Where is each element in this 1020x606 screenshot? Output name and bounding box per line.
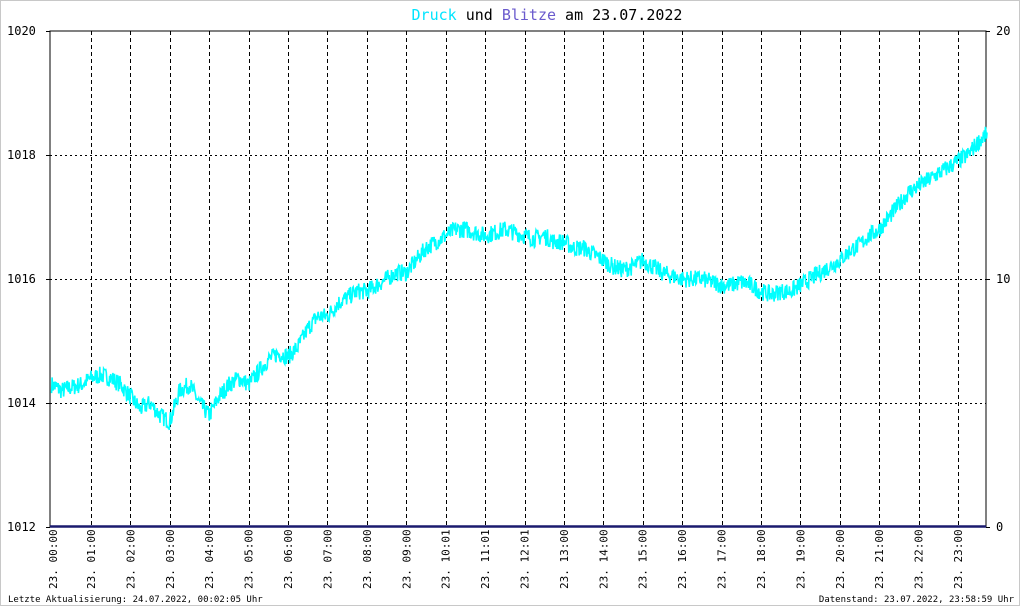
- x-tick-label: 23. 21:00: [873, 529, 886, 589]
- x-tick-label: 23. 00:00: [47, 529, 60, 589]
- x-tick-label: 23. 16:00: [676, 529, 689, 589]
- y-left-tick-label: 1020: [7, 24, 36, 38]
- x-tick-label: 23. 23:00: [952, 529, 965, 589]
- x-tick-label: 23. 14:00: [597, 529, 610, 589]
- y-left-tick-label: 1014: [7, 396, 36, 410]
- x-tick-label: 23. 12:01: [519, 529, 532, 589]
- chart-frame: Druck und Blitze am 23.07.2022 1012 1014 1…: [0, 0, 1020, 606]
- y-axis-left: 1012 1014 1016 1018 1020: [7, 24, 50, 534]
- chart-title: Druck und Blitze am 23.07.2022: [412, 6, 683, 24]
- y-right-tick-label: 20: [996, 24, 1010, 38]
- x-tick-label: 23. 11:01: [479, 529, 492, 589]
- x-tick-label: 23. 17:00: [716, 529, 729, 589]
- footer-data-status: Datenstand: 23.07.2022, 23:58:59 Uhr: [819, 595, 1015, 605]
- y-right-tick-label: 10: [996, 272, 1010, 286]
- x-tick-label: 23. 03:00: [164, 529, 177, 589]
- x-tick-label: 23. 22:00: [913, 529, 926, 589]
- x-tick-label: 23. 08:00: [361, 529, 374, 589]
- x-tick-label: 23. 18:00: [755, 529, 768, 589]
- x-tick-label: 23. 15:00: [637, 529, 650, 589]
- y-left-tick-label: 1012: [7, 520, 36, 534]
- x-tick-label: 23. 19:00: [794, 529, 807, 589]
- y-axis-right: 0 10 20: [986, 24, 1010, 534]
- x-tick-label: 23. 06:00: [282, 529, 295, 589]
- y-left-tick-label: 1016: [7, 272, 36, 286]
- title-druck: Druck: [412, 6, 457, 24]
- series-layer: [50, 126, 988, 528]
- footer-last-update: Letzte Aktualisierung: 24.07.2022, 00:02…: [8, 595, 263, 605]
- pressure-lightning-chart: Druck und Blitze am 23.07.2022 101210141…: [7, 6, 1015, 605]
- x-tick-label: 23. 13:00: [558, 529, 571, 589]
- x-tick-label: 23. 10:01: [440, 529, 453, 589]
- y-right-tick-label: 0: [996, 520, 1003, 534]
- title-und: und: [457, 6, 502, 24]
- grid-lines: [50, 31, 986, 527]
- title-date: am 23.07.2022: [556, 6, 682, 24]
- x-tick-label: 23. 07:00: [321, 529, 334, 589]
- x-tick-label: 23. 01:00: [85, 529, 98, 589]
- x-axis: 23. 00:00 23. 01:00 23. 02:00 23. 03:00 23. …: [47, 529, 965, 589]
- series-druck-line: [50, 126, 988, 431]
- x-tick-label: 23. 09:00: [400, 529, 413, 589]
- x-tick-label: 23. 20:00: [834, 529, 847, 589]
- x-tick-label: 23. 04:00: [203, 529, 216, 589]
- x-tick-label: 23. 02:00: [124, 529, 137, 589]
- x-tick-label: 23. 05:00: [243, 529, 256, 589]
- y-left-tick-label: 1018: [7, 148, 36, 162]
- title-blitze: Blitze: [502, 6, 556, 24]
